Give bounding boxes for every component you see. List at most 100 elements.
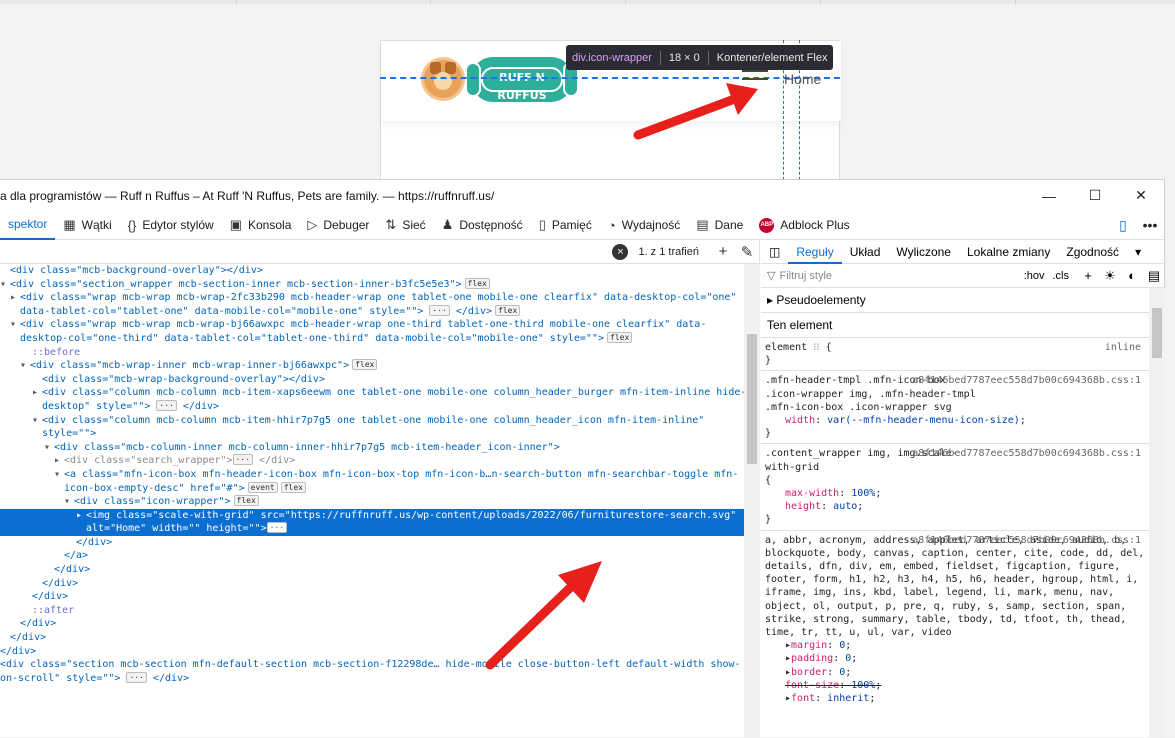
collapse-arrow-icon[interactable]: ▾ [44, 441, 54, 455]
tree-node-continuation[interactable]: icon-box-empty-desc" href="#"> event flex [0, 481, 759, 496]
rules-filter-input[interactable]: Filtruj style [775, 270, 1023, 282]
dog-logo-icon[interactable] [421, 57, 465, 101]
tab-storage[interactable]: ▤ Dane [688, 211, 751, 240]
eyedropper-icon[interactable]: ✎ [735, 243, 759, 261]
collapse-arrow-icon[interactable]: ▾ [54, 468, 64, 482]
tree-node[interactable]: ▾ <div class="wrap mcb-wrap mcb-wrap-bj66… [0, 318, 759, 332]
property-value[interactable]: auto [833, 501, 857, 512]
collapse-arrow-icon[interactable]: ▾ [64, 495, 74, 509]
rule-source[interactable]: a8f146bed7787eec558d7b00c694368b.css:1 [912, 534, 1141, 547]
tab-console[interactable]: ▣ Konsola [222, 211, 300, 240]
tab-memory[interactable]: ▯ Pamięć [531, 211, 600, 240]
tree-node[interactable]: <div class="section mcb-section mfn-defa… [0, 658, 759, 672]
tree-node[interactable]: <div class="mcb-wrap-background-overlay"… [0, 373, 759, 387]
tree-node-continuation[interactable]: desktop-col="one-third" data-tablet-col=… [0, 331, 759, 346]
collapsed-children[interactable]: ··· [266, 522, 288, 534]
selected-tree-node[interactable]: ▸ <img class="scale-with-grid" src="https… [0, 508, 759, 523]
pseudo-elements-header[interactable]: ▸ Pseudoelementy [761, 288, 1165, 313]
property-name[interactable]: border [791, 667, 827, 678]
cls-toggle[interactable]: .cls [1053, 270, 1070, 282]
property-name[interactable]: padding [791, 653, 833, 664]
rule-source[interactable]: a8f146bed7787eec558d7b00c694368b.css:1 [912, 447, 1141, 460]
tree-node[interactable]: ▾ <div class="section_wrapper mcb-section… [0, 277, 759, 292]
tree-node[interactable]: ▸ <div class="wrap mcb-wrap mcb-wrap-2fc3… [0, 291, 759, 305]
property-value[interactable]: inherit [827, 693, 869, 704]
tree-node[interactable]: ▾ <div class="icon-wrapper"> flex [0, 495, 759, 509]
flex-badge[interactable]: flex [233, 495, 259, 507]
collapsed-children[interactable]: ··· [156, 399, 177, 411]
rule-menu-icon[interactable]: ⁝⁝ [813, 342, 819, 353]
property-name[interactable]: max-width [785, 488, 839, 499]
markup-scrollbar[interactable] [744, 264, 760, 738]
tab-compatibility[interactable]: Zgodność [1058, 240, 1127, 264]
tab-rules[interactable]: Reguły [788, 240, 842, 264]
css-declaration[interactable]: ▸font: inherit; [765, 692, 1161, 705]
collapsed-children[interactable]: ··· [232, 454, 254, 466]
property-value[interactable]: 0 [839, 640, 845, 651]
css-rule[interactable]: .content_wrapper img, img.scale-with-gri… [761, 444, 1165, 531]
css-declaration[interactable]: ▸margin: 0; [765, 639, 1161, 652]
property-name[interactable]: width [785, 415, 815, 426]
image-alt-text[interactable]: Home [784, 71, 821, 87]
add-rule-icon[interactable]: + [1077, 268, 1099, 283]
expand-arrow-icon[interactable]: ▸ [54, 454, 64, 468]
css-rule[interactable]: element ⁝⁝ { inline } [761, 338, 1165, 372]
scrollbar-thumb[interactable] [1152, 308, 1162, 358]
chevron-down-icon[interactable]: ▾ [1127, 240, 1149, 264]
tab-debugger[interactable]: ▷ Debuger [299, 211, 377, 240]
flex-badge[interactable]: flex [495, 304, 521, 316]
tree-node[interactable]: <div class="mcb-background-overlay"></di… [0, 264, 759, 278]
event-badge[interactable]: event [247, 481, 278, 493]
maximize-icon[interactable]: ☐ [1072, 187, 1118, 204]
rule-source[interactable]: a8f146bed7787eec558d7b00c694368b.css:1 [912, 374, 1141, 387]
brand-logo[interactable]: RUFF N RUFFUS [465, 57, 579, 102]
scrollbar-thumb[interactable] [747, 334, 757, 464]
flex-badge[interactable]: flex [352, 359, 378, 371]
collapse-arrow-icon[interactable]: ▾ [32, 414, 42, 428]
css-declaration[interactable]: max-width: 100%; [765, 487, 1161, 500]
tree-node-close[interactable]: </div> [0, 645, 759, 659]
css-declaration[interactable]: width: var(--mfn-header-menu-icon-size); [765, 414, 1161, 427]
tree-node-close[interactable]: </div> [0, 577, 759, 591]
tree-node-close[interactable]: </div> [0, 631, 759, 645]
collapsed-children[interactable]: ··· [429, 304, 450, 316]
light-scheme-icon[interactable]: ☀ [1099, 268, 1121, 284]
tab-adblock[interactable]: ABP Adblock Plus [751, 211, 857, 240]
property-value[interactable]: 100% [851, 488, 875, 499]
tree-node[interactable]: ▸ <div class="column mcb-column mcb-item-… [0, 386, 759, 400]
tab-threads[interactable]: ▦ Wątki [55, 211, 119, 240]
css-declaration[interactable]: ▸padding: 0; [765, 652, 1161, 665]
rules-scrollbar[interactable] [1149, 288, 1165, 738]
selected-tree-node-continuation[interactable]: alt="Home" width="" height=""> ··· [0, 522, 759, 536]
tab-computed[interactable]: Wyliczone [888, 240, 959, 264]
tree-node[interactable]: ▾ <div class="column mcb-column mcb-item-… [0, 414, 759, 428]
collapse-arrow-icon[interactable]: ▾ [0, 278, 10, 292]
tab-layout[interactable]: Układ [842, 240, 889, 264]
property-value[interactable]: 0 [839, 667, 845, 678]
expand-arrow-icon[interactable]: ▸ [32, 386, 42, 400]
pseudo-before-node[interactable]: ::before [0, 346, 759, 360]
tree-node[interactable]: ▾ <a class="mfn-icon-box mfn-header-icon-… [0, 468, 759, 482]
tab-accessibility[interactable]: ♟ Dostępność [434, 211, 531, 240]
print-icon[interactable]: ▤ [1143, 268, 1165, 284]
tab-changes[interactable]: Lokalne zmiany [959, 240, 1058, 264]
tree-node-close[interactable]: </div> [0, 536, 759, 550]
tree-node-close[interactable]: </div> [0, 617, 759, 631]
add-node-icon[interactable]: + [711, 243, 735, 260]
property-name[interactable]: font-size [785, 680, 839, 691]
tree-node-continuation[interactable]: desktop" style=""> ··· </div> [0, 399, 759, 414]
css-rule[interactable]: .mfn-header-tmpl .mfn-icon-box .icon-wra… [761, 371, 1165, 445]
tab-network[interactable]: ⇅ Sieć [377, 211, 433, 240]
tree-node-continuation[interactable]: style=""> [0, 427, 759, 441]
tree-node-close[interactable]: </a> [0, 549, 759, 563]
expand-arrow-icon[interactable]: ▸ [76, 509, 86, 523]
tab-inspector[interactable]: spektor [0, 211, 56, 240]
property-name[interactable]: height [785, 501, 821, 512]
pseudo-after-node[interactable]: ::after [0, 604, 759, 618]
tab-performance[interactable]: ◔ Wydajność [600, 211, 688, 240]
tree-node[interactable]: ▾ <div class="mcb-wrap-inner mcb-wrap-inn… [0, 359, 759, 373]
css-declaration[interactable]: ▸border: 0; [765, 666, 1161, 679]
css-declaration[interactable]: height: auto; [765, 500, 1161, 513]
flex-badge[interactable]: flex [464, 277, 490, 289]
tab-style-editor[interactable]: {} Edytor stylów [120, 211, 222, 240]
